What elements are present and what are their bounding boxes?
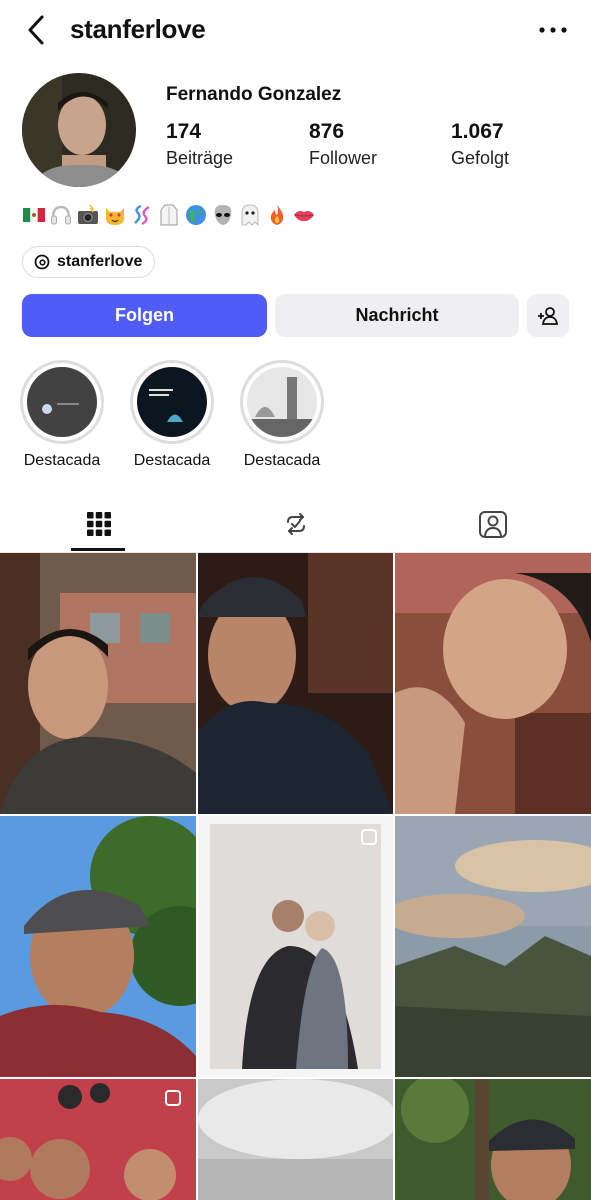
dna-icon: [134, 204, 150, 226]
stat-followers-count: 876: [309, 120, 345, 143]
camera-flash-icon: [78, 204, 98, 224]
stat-posts[interactable]: 174 Beiträge: [166, 120, 233, 169]
highlight-3-label: Destacada: [243, 452, 321, 469]
highlight-3-ring: [240, 360, 324, 444]
stat-following[interactable]: 1.067 Gefolgt: [451, 120, 509, 169]
stat-following-count: 1.067: [451, 120, 504, 143]
mexico-flag-icon: [23, 208, 45, 222]
threads-logo-icon: [34, 254, 50, 270]
post-tile[interactable]: [0, 816, 196, 1077]
more-horizontal-icon: [539, 27, 567, 33]
threads-link[interactable]: stanferlove: [22, 246, 156, 278]
ghost-icon: [241, 204, 259, 227]
profile-avatar[interactable]: [22, 73, 136, 187]
post-tile[interactable]: [0, 1079, 196, 1200]
highlight-3[interactable]: Destacada: [237, 360, 327, 470]
post-tile[interactable]: [198, 816, 393, 1077]
message-button[interactable]: Nachricht: [275, 294, 519, 337]
tab-posts-grid[interactable]: [0, 496, 197, 552]
stat-following-label: Gefolgt: [451, 148, 510, 168]
lips-icon: [294, 211, 314, 222]
top-bar: stanferlove: [0, 0, 591, 60]
highlight-2-ring: [130, 360, 214, 444]
heart-eyes-cat-icon: [106, 208, 124, 225]
reels-repost-icon: [286, 513, 305, 535]
tagged-person-icon: [478, 511, 507, 538]
grid-icon: [86, 512, 111, 536]
tab-tagged[interactable]: [394, 496, 591, 552]
post-tile[interactable]: [395, 816, 591, 1077]
post-tile[interactable]: [198, 553, 393, 814]
highlight-1-cover: [27, 367, 97, 437]
alien-icon: [214, 205, 232, 225]
add-person-icon: [538, 306, 559, 325]
suggest-users-button[interactable]: [527, 294, 569, 337]
follow-button[interactable]: Folgen: [22, 294, 267, 337]
post-tile[interactable]: [395, 553, 591, 814]
chevron-left-icon: [28, 15, 44, 45]
profile-tabs: [0, 496, 591, 553]
highlight-3-cover: [247, 367, 317, 437]
stat-posts-label: Beiträge: [166, 148, 234, 168]
highlight-1-label: Destacada: [23, 452, 101, 469]
profile-username: stanferlove: [70, 14, 206, 44]
stat-followers[interactable]: 876 Follower: [309, 120, 377, 169]
back-button[interactable]: [22, 12, 54, 48]
profile-full-name: Fernando Gonzalez: [166, 84, 342, 105]
highlight-2[interactable]: Destacada: [127, 360, 217, 470]
post-tile[interactable]: [198, 1079, 393, 1200]
threads-handle: stanferlove: [57, 253, 143, 270]
tab-reposts[interactable]: [197, 496, 394, 552]
fire-icon: [270, 205, 284, 225]
highlight-2-label: Destacada: [133, 452, 211, 469]
stat-followers-label: Follower: [309, 148, 378, 168]
more-options-button[interactable]: [533, 18, 573, 42]
highlight-1[interactable]: Destacada: [17, 360, 107, 470]
posts-grid: [0, 553, 591, 1200]
post-tile[interactable]: [395, 1079, 591, 1200]
highlight-1-ring: [20, 360, 104, 444]
stat-posts-count: 174: [166, 120, 202, 143]
bio-emojis: [22, 203, 316, 229]
highlight-2-cover: [137, 367, 207, 437]
post-tile[interactable]: [0, 553, 196, 814]
tab-active-indicator: [71, 548, 125, 551]
headphones-icon: [51, 205, 71, 225]
globe-icon: [186, 205, 206, 225]
lab-coat-icon: [160, 204, 178, 226]
